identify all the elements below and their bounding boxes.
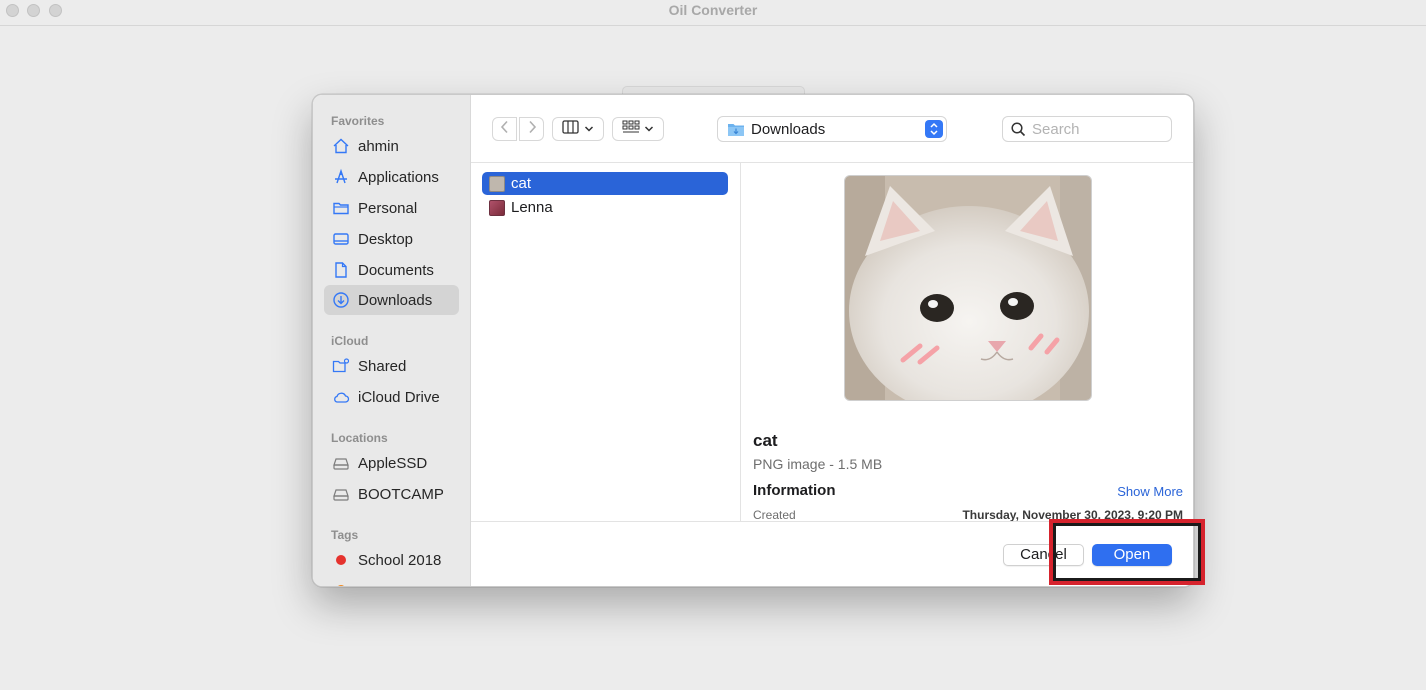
file-list: cat Lenna — [471, 163, 741, 521]
tag-dot-icon — [331, 580, 351, 586]
dialog-button-bar: Cancel Open — [471, 521, 1193, 586]
open-button[interactable]: Open — [1092, 544, 1172, 566]
applications-icon — [331, 167, 351, 187]
open-file-dialog: Favorites ahmin Applications Personal De… — [312, 94, 1194, 587]
image-thumbnail-icon — [489, 199, 505, 216]
sidebar-item-label: Personal — [358, 199, 418, 217]
cloud-icon — [331, 387, 351, 407]
sidebar-item-tag-school-2018[interactable]: School 2018 — [324, 545, 459, 575]
file-row-lenna[interactable]: Lenna — [482, 196, 728, 219]
sidebar-item-documents[interactable]: Documents — [324, 255, 459, 285]
forward-button[interactable] — [519, 117, 544, 141]
tag-dot-icon — [331, 550, 351, 570]
search-field[interactable]: Search — [1002, 116, 1172, 142]
sidebar-item-label: School 2018 — [358, 551, 442, 569]
desktop-icon — [331, 229, 351, 249]
grid-icon — [622, 120, 640, 139]
sidebar-item-label: Documents — [358, 261, 434, 279]
view-mode-button[interactable] — [552, 117, 604, 141]
sidebar-heading-tags: Tags — [331, 528, 359, 542]
search-icon — [1011, 121, 1026, 137]
house-icon — [331, 136, 351, 156]
information-heading: Information — [753, 482, 836, 499]
file-name: Lenna — [511, 199, 553, 216]
sidebar-heading-locations: Locations — [331, 431, 388, 445]
sidebar-item-label: BOOTCAMP — [358, 485, 444, 503]
sidebar-item-personal[interactable]: Personal — [324, 193, 459, 223]
sidebar-item-ahmin[interactable]: ahmin — [324, 131, 459, 161]
sidebar-item-shared[interactable]: Shared — [324, 351, 459, 381]
sidebar-item-downloads[interactable]: Downloads — [324, 285, 459, 315]
document-icon — [331, 260, 351, 280]
created-value: Thursday, November 30, 2023, 9:20 PM — [962, 508, 1183, 521]
chevron-right-icon — [527, 120, 537, 139]
shared-folder-icon — [331, 356, 351, 376]
chevron-down-icon — [584, 120, 594, 138]
sidebar-heading-favorites: Favorites — [331, 114, 385, 128]
preview-file-kind: PNG image - 1.5 MB — [753, 456, 883, 472]
file-name: cat — [511, 175, 532, 192]
columns-view-icon — [562, 119, 580, 139]
preview-pane: cat PNG image - 1.5 MB Information Show … — [742, 163, 1193, 521]
sidebar-item-bootcamp[interactable]: BOOTCAMP — [324, 479, 459, 509]
cat-preview-image — [844, 175, 1092, 401]
sidebar-item-label: Desktop — [358, 230, 414, 248]
sidebar-item-desktop[interactable]: Desktop — [324, 224, 459, 254]
sidebar-item-applessd[interactable]: AppleSSD — [324, 448, 459, 478]
sidebar-heading-icloud: iCloud — [331, 334, 369, 348]
sidebar-item-label: ahmin — [358, 137, 399, 155]
sidebar-item-icloud-drive[interactable]: iCloud Drive — [324, 382, 459, 412]
window-titlebar: Oil Converter — [0, 0, 1426, 26]
show-more-link[interactable]: Show More — [1117, 484, 1183, 499]
drive-icon — [331, 453, 351, 473]
downloads-folder-icon — [727, 121, 745, 137]
created-label: Created — [753, 508, 796, 521]
preview-file-name: cat — [753, 431, 778, 450]
file-row-cat[interactable]: cat — [482, 172, 728, 195]
download-icon — [331, 290, 351, 310]
group-by-button[interactable] — [612, 117, 664, 141]
drive-icon — [331, 484, 351, 504]
image-thumbnail-icon — [489, 175, 505, 192]
location-label: Downloads — [751, 120, 826, 138]
sidebar-item-applications[interactable]: Applications — [324, 162, 459, 192]
toolbar: Downloads Search — [471, 95, 1193, 163]
window-title: Oil Converter — [668, 2, 758, 18]
chevron-left-icon — [500, 120, 510, 139]
folder-icon — [331, 198, 351, 218]
sidebar-item-label: Shared — [358, 357, 407, 375]
location-popup[interactable]: Downloads — [717, 116, 947, 142]
back-button[interactable] — [492, 117, 517, 141]
sidebar-item-tag-orange[interactable] — [324, 575, 459, 586]
sidebar-item-label: iCloud Drive — [358, 388, 440, 406]
sidebar: Favorites ahmin Applications Personal De… — [313, 95, 471, 586]
updown-chevron-icon — [925, 120, 943, 138]
cancel-button[interactable]: Cancel — [1003, 544, 1084, 566]
search-placeholder: Search — [1032, 120, 1080, 138]
chevron-down-icon — [644, 120, 654, 138]
sidebar-item-label: AppleSSD — [358, 454, 428, 472]
sidebar-item-label: Applications — [358, 168, 439, 186]
sidebar-item-label: Downloads — [358, 291, 433, 309]
